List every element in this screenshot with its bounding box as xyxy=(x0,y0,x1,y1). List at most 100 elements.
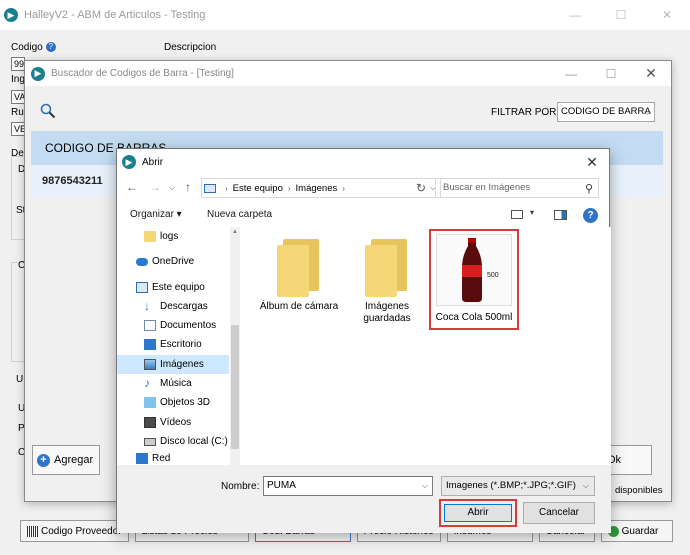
breadcrumb-este-equipo[interactable]: Este equipo xyxy=(233,183,283,194)
up-arrow-icon[interactable]: ↑ xyxy=(185,180,191,194)
minimize-icon[interactable]: — xyxy=(552,0,598,30)
nav-item-escritorio[interactable]: Escritorio xyxy=(117,335,229,354)
open-file-dialog: ▶ Abrir ✕ ← → ⌵ ↑ › Este equipo › Imágen… xyxy=(116,148,611,533)
nav-pane-scrollbar[interactable]: ▲ xyxy=(230,227,240,465)
folder-icon xyxy=(277,239,321,297)
nav-item-objetos-3d[interactable]: Objetos 3D xyxy=(117,393,229,412)
pictures-icon xyxy=(144,359,156,370)
open-dialog-title: Abrir xyxy=(142,156,164,168)
recent-dropdown-icon[interactable]: ⌵ xyxy=(169,183,175,193)
scroll-up-icon[interactable]: ▲ xyxy=(232,229,238,235)
folder-icon xyxy=(144,231,156,242)
file-tile-imagenes-guardadas[interactable]: Imágenes guardadas xyxy=(345,239,429,325)
help-icon[interactable]: ? xyxy=(583,208,598,223)
video-icon xyxy=(144,417,156,428)
refresh-icon[interactable]: ↻ xyxy=(411,178,431,198)
app-logo-icon: ▶ xyxy=(4,8,18,22)
file-tile-album-camara[interactable]: Álbum de cámara xyxy=(257,239,341,313)
nav-item-musica[interactable]: ♪ Música xyxy=(117,374,229,393)
network-icon xyxy=(136,453,148,464)
computer-icon xyxy=(136,282,148,293)
chevron-down-icon: ⌵ xyxy=(644,107,651,117)
ru-field[interactable]: VE xyxy=(11,122,25,136)
file-label: Álbum de cámara xyxy=(259,301,339,312)
maximize-icon[interactable]: ☐ xyxy=(591,61,631,86)
guardar-button[interactable]: Guardar xyxy=(600,520,673,542)
back-arrow-icon[interactable]: ← xyxy=(126,180,138,194)
nav-item-descargas[interactable]: ↓ Descargas xyxy=(117,297,229,316)
agregar-button[interactable]: + Agregar xyxy=(32,445,100,475)
group-u-label: U xyxy=(16,374,24,385)
help-icon[interactable]: ? xyxy=(45,42,56,53)
file-list-area: Álbum de cámara Imágenes guardadas 500 C… xyxy=(245,227,611,465)
disponibles-label: disponibles xyxy=(615,485,663,496)
nombre-input[interactable]: PUMA ⌵ xyxy=(263,476,433,496)
nav-item-documentos[interactable]: Documentos xyxy=(117,316,229,335)
main-titlebar: ▶ HalleyV2 - ABM de Articulos - Testing … xyxy=(0,0,690,30)
close-icon[interactable]: ✕ xyxy=(644,0,690,30)
cube-icon xyxy=(144,397,156,408)
nombre-label: Nombre: xyxy=(221,481,260,492)
dialog-bottom-area: Nombre: PUMA ⌵ Imagenes (*.BMP;*.JPG;*.GI… xyxy=(117,465,611,533)
computer-icon xyxy=(204,183,216,193)
codigo-field[interactable]: 99 xyxy=(11,57,25,71)
barcode-dialog-controls: — ☐ ✕ xyxy=(551,61,671,86)
drive-icon xyxy=(144,437,156,446)
nav-item-disco-local[interactable]: Disco local (C:) xyxy=(117,432,229,451)
breadcrumb-sep-icon: › xyxy=(287,183,291,193)
abrir-button-highlight: Abrir xyxy=(439,499,517,527)
filtrar-select[interactable]: CODIGO DE BARRA ⌵ xyxy=(557,102,655,122)
nav-item-este-equipo[interactable]: Este equipo xyxy=(117,278,229,297)
breadcrumb-imagenes[interactable]: Imágenes xyxy=(296,183,338,194)
download-icon: ↓ xyxy=(144,299,150,313)
chevron-down-icon: ⌵ xyxy=(582,481,589,490)
filtrar-label: FILTRAR POR xyxy=(491,107,557,118)
cancelar-button[interactable]: Cancelar xyxy=(523,502,595,524)
nav-item-videos[interactable]: Vídeos xyxy=(117,413,229,432)
forward-arrow-icon[interactable]: → xyxy=(149,180,161,194)
image-thumbnail: 500 xyxy=(436,234,512,306)
plus-icon: + xyxy=(37,453,50,467)
nav-item-logs[interactable]: logs xyxy=(117,227,229,246)
chevron-down-icon[interactable]: ⌵ xyxy=(422,477,428,495)
nueva-carpeta-button[interactable]: Nueva carpeta xyxy=(207,209,272,220)
close-icon[interactable]: ✕ xyxy=(631,61,671,86)
ing-label: Ing xyxy=(11,74,25,85)
main-window-title: HalleyV2 - ABM de Articulos - Testing xyxy=(24,9,206,21)
main-window-controls: — ☐ ✕ xyxy=(552,0,690,30)
file-label: Imágenes guardadas xyxy=(363,301,411,324)
nav-item-imagenes[interactable]: Imágenes xyxy=(117,355,229,374)
nav-item-onedrive[interactable]: OneDrive xyxy=(117,252,229,271)
bottle-image-icon: 500 xyxy=(462,238,499,302)
cloud-icon xyxy=(136,257,148,266)
app-logo-icon: ▶ xyxy=(31,66,45,81)
folder-icon xyxy=(365,239,409,297)
view-mode-icon[interactable] xyxy=(511,210,523,219)
file-type-select[interactable]: Imagenes (*.BMP;*.JPG;*.GIF) ⌵ xyxy=(441,476,595,496)
navigation-pane: logs OneDrive Este equipo ↓ Descargas Doc… xyxy=(117,227,241,465)
search-icon[interactable]: ⚲ xyxy=(585,180,593,198)
preview-pane-icon[interactable] xyxy=(554,210,567,220)
organizar-button[interactable]: Organizar ▾ xyxy=(130,209,182,220)
ing-field[interactable]: VA xyxy=(11,90,25,104)
minimize-icon[interactable]: — xyxy=(551,61,591,86)
file-tile-coca-cola[interactable]: 500 Coca Cola 500ml xyxy=(429,229,519,330)
breadcrumb-sep-icon: › xyxy=(342,183,345,193)
navigation-bar: ← → ⌵ ↑ › Este equipo › Imágenes › ⌵ ↻ B… xyxy=(117,175,611,201)
app-logo-icon: ▶ xyxy=(122,155,136,169)
documents-icon xyxy=(144,320,156,331)
open-dialog-titlebar: ▶ Abrir ✕ xyxy=(117,149,609,175)
thumb-500-label: 500 xyxy=(487,272,499,279)
abrir-button[interactable]: Abrir xyxy=(444,504,512,522)
scrollbar-thumb[interactable] xyxy=(231,325,239,449)
nav-item-red[interactable]: Red xyxy=(117,453,229,465)
address-bar[interactable]: › Este equipo › Imágenes › ⌵ xyxy=(201,178,441,198)
search-input[interactable]: Buscar en Imágenes ⚲ xyxy=(435,178,599,198)
search-icon[interactable] xyxy=(40,103,56,119)
maximize-icon[interactable]: ☐ xyxy=(598,0,644,30)
barcode-dialog-title: Buscador de Codigos de Barra - [Testing] xyxy=(51,68,234,79)
close-icon[interactable]: ✕ xyxy=(575,149,609,175)
codigo-proveedor-button[interactable]: Codigo Proveedor xyxy=(20,520,129,542)
chevron-down-icon[interactable]: ▾ xyxy=(530,208,534,217)
breadcrumb-sep-icon: › xyxy=(225,183,228,193)
